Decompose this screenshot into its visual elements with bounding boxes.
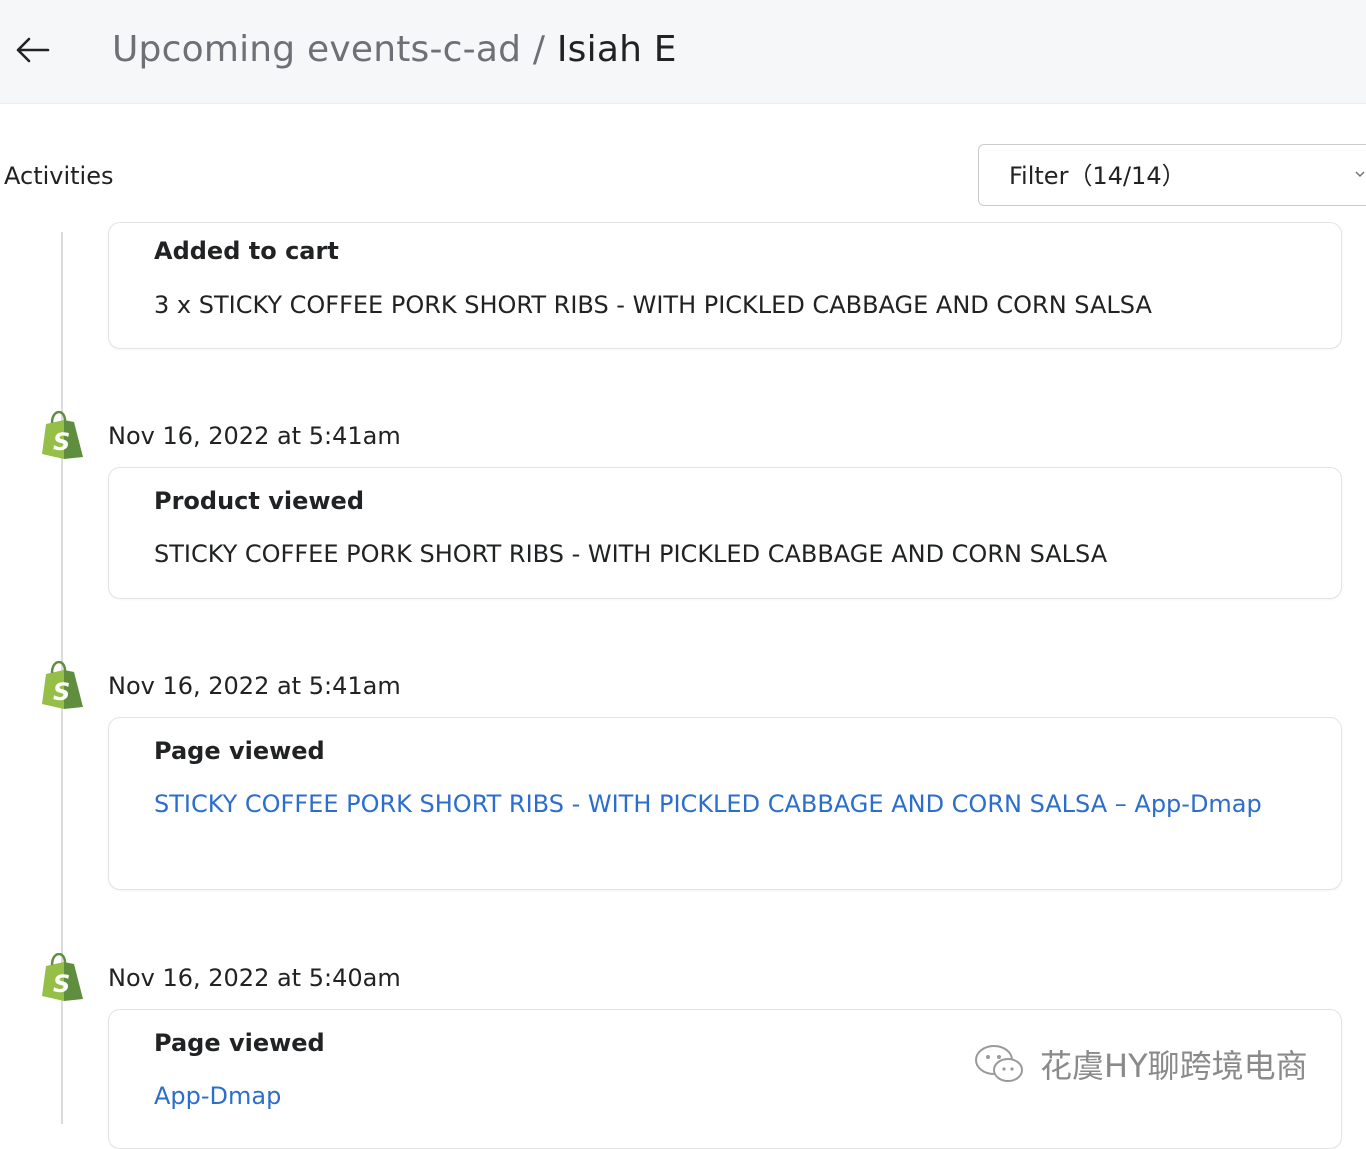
shopify-bag-icon: S [42,661,83,709]
activity-card: Added to cart 3 x STICKY COFFEE PORK SHO… [108,222,1342,349]
activity-title: Page viewed [154,1029,325,1057]
svg-text:S: S [53,970,70,998]
activities-heading: Activities [4,162,114,190]
activity-timestamp: Nov 16, 2022 at 5:41am [108,672,401,700]
activity-detail: 3 x STICKY COFFEE PORK SHORT RIBS - WITH… [154,291,1152,319]
activity-timestamp: Nov 16, 2022 at 5:41am [108,422,401,450]
watermark: 花虞HY聊跨境电商 [972,1038,1308,1090]
activity-timestamp: Nov 16, 2022 at 5:40am [108,964,401,992]
svg-text:S: S [53,428,70,456]
activity-detail: STICKY COFFEE PORK SHORT RIBS - WITH PIC… [154,540,1108,568]
filter-select[interactable]: Filter（14/14） [978,144,1366,206]
breadcrumb-link[interactable]: Upcoming events-c-ad [112,29,521,70]
page-title: Upcoming events-c-ad / Isiah E [112,24,677,76]
watermark-text: 花虞HY聊跨境电商 [1040,1047,1308,1085]
activity-card: Product viewed STICKY COFFEE PORK SHORT … [108,467,1342,599]
customer-name: Isiah E [556,29,677,70]
shopify-bag-icon: S [42,411,83,459]
activity-card: Page viewed STICKY COFFEE PORK SHORT RIB… [108,717,1342,890]
top-bar: Upcoming events-c-ad / Isiah E [0,0,1366,104]
filter-label: Filter（14/14） [1009,162,1186,190]
activity-title: Product viewed [154,487,365,515]
chevron-down-icon [1355,171,1365,177]
wechat-icon [975,1045,1023,1082]
breadcrumb-separator: / [532,29,546,70]
shopify-bag-icon: S [42,953,83,1001]
arrow-left-icon [16,37,50,63]
back-button[interactable] [8,26,56,74]
svg-text:S: S [53,678,70,706]
page-link[interactable]: STICKY COFFEE PORK SHORT RIBS - WITH PIC… [154,783,1284,825]
activity-title: Page viewed [154,737,325,765]
activity-title: Added to cart [154,237,339,265]
